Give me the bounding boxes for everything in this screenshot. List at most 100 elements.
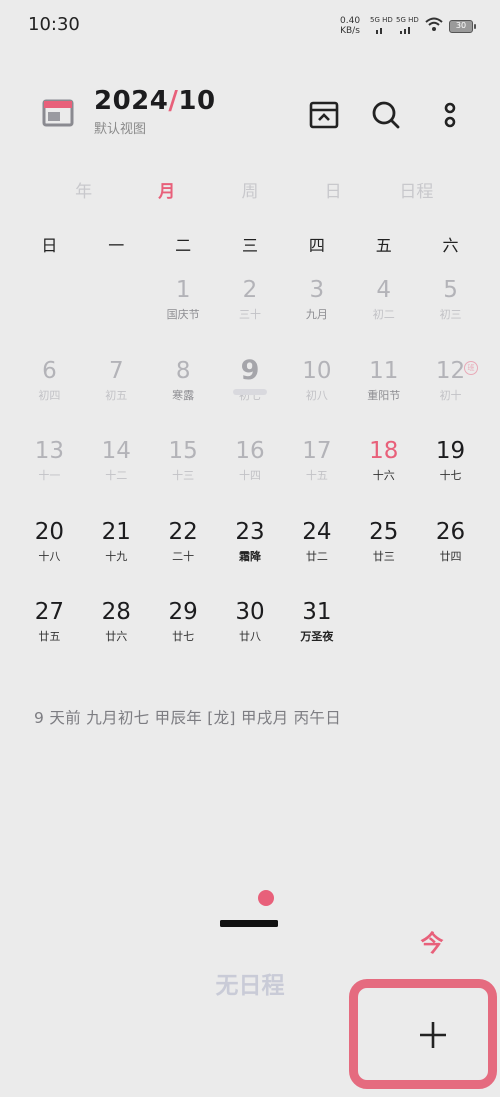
day-number: 25 (369, 518, 399, 545)
day-number: 7 (108, 357, 124, 384)
weekday-header: 日 一 二 三 四 五 六 (16, 232, 484, 256)
day-cell[interactable]: 29 廿七 (150, 592, 217, 673)
add-event-button[interactable] (413, 1015, 453, 1055)
day-number: 9 (240, 354, 260, 386)
day-number: 6 (42, 357, 57, 384)
day-number: 21 (101, 518, 131, 545)
day-cell[interactable]: 25 廿三 (350, 512, 417, 593)
network-speed: 0.40 KB/s (340, 16, 360, 36)
day-lunar-label: 廿八 (238, 630, 261, 643)
day-lunar-label: 万圣夜 (300, 630, 334, 643)
day-cell[interactable]: 5 初三 (417, 270, 484, 351)
day-lunar-label: 十三 (172, 469, 195, 482)
status-bar: 10:30 0.40 KB/s 5G HD 5G HD 30 (0, 0, 500, 50)
day-cell[interactable]: 8 寒露 (150, 351, 217, 432)
agenda-button[interactable] (307, 98, 341, 132)
tab-month[interactable]: 月 (134, 177, 200, 205)
day-cell[interactable]: 13 十一 (16, 431, 83, 512)
day-lunar-label: 十七 (439, 469, 462, 482)
day-cell[interactable]: 26 廿四 (417, 512, 484, 593)
plus-icon (420, 1022, 446, 1048)
day-lunar-label: 霜降 (238, 549, 261, 563)
day-lunar-label: 十八 (38, 549, 61, 563)
day-cell[interactable]: 16 十四 (217, 431, 284, 512)
day-lunar-label: 三十 (238, 308, 261, 321)
day-lunar-label: 廿六 (105, 630, 128, 643)
day-lunar-label: 初二 (372, 308, 395, 321)
day-number: 30 (235, 599, 265, 625)
sim2-signal-icon: 5G HD (396, 16, 419, 34)
weekday-label: 一 (108, 236, 125, 255)
search-icon (372, 101, 400, 129)
selection-indicator (232, 388, 268, 395)
day-lunar-label: 廿七 (172, 630, 195, 643)
day-cell[interactable]: 12 初十 班 (417, 351, 484, 432)
day-cell[interactable]: 7 初五 (83, 351, 150, 432)
day-number: 2 (242, 277, 258, 303)
day-lunar-label: 初八 (305, 388, 328, 402)
day-cell[interactable]: 6 初四 (16, 351, 83, 432)
title-month: 10 (178, 86, 216, 116)
day-number: 15 (168, 438, 198, 464)
tab-day[interactable]: 日 (300, 177, 366, 205)
day-number: 31 (302, 599, 332, 625)
selected-date-info: 9 天前 九月初七 甲辰年 [龙] 甲戌月 丙午日 (34, 709, 342, 727)
day-number: 19 (435, 438, 466, 464)
day-lunar-label: 二十 (172, 549, 195, 563)
weekday-label: 二 (175, 236, 192, 255)
day-cell[interactable]: 11 重阳节 (350, 351, 417, 432)
today-button[interactable]: 今 (414, 924, 450, 957)
status-time: 10:30 (28, 14, 80, 35)
more-button[interactable] (433, 98, 467, 132)
day-cell[interactable]: 2 三十 (217, 270, 284, 351)
day-cell[interactable]: 3 九月 (283, 270, 350, 351)
day-cell[interactable]: 14 十二 (83, 431, 150, 512)
day-cell[interactable]: 27 廿五 (16, 592, 83, 673)
day-cell[interactable]: 1 国庆节 (150, 270, 217, 351)
day-number: 5 (443, 277, 458, 303)
day-number: 17 (302, 438, 332, 464)
day-cell[interactable]: 15 十三 (150, 431, 217, 512)
day-number: 16 (235, 438, 265, 464)
day-lunar-label: 初四 (38, 388, 61, 402)
day-lunar-label: 九月 (305, 308, 328, 321)
day-cell[interactable]: 30 廿八 (217, 592, 284, 673)
day-cell-selected[interactable]: 9 初七 (217, 351, 284, 432)
weekday-label: 日 (41, 236, 58, 255)
network-speed-value: 0.40 (340, 16, 361, 26)
day-number: 22 (168, 518, 198, 545)
view-tabs: 年 月 周 日 日程 (0, 177, 500, 205)
day-number: 27 (34, 599, 65, 625)
day-cell[interactable]: 28 廿六 (83, 592, 150, 673)
day-cell[interactable]: 24 廿二 (283, 512, 350, 593)
day-cell[interactable]: 22 二十 (150, 512, 217, 593)
view-mode-label[interactable]: 默认视图 (94, 118, 146, 137)
day-cell[interactable]: 23 霜降 (217, 512, 284, 593)
day-number: 8 (175, 357, 191, 384)
page-title[interactable]: 2024/10 (94, 86, 216, 116)
sim1-signal-icon: 5G HD (370, 16, 393, 34)
day-lunar-label: 十四 (238, 469, 261, 482)
sim1-label: 5G HD (370, 16, 393, 24)
day-cell[interactable]: 20 十八 (16, 512, 83, 593)
day-cell[interactable]: 10 初八 (283, 351, 350, 432)
day-lunar-label: 寒露 (172, 388, 195, 402)
network-speed-unit: KB/s (340, 26, 360, 36)
search-button[interactable] (369, 98, 403, 132)
tab-schedule[interactable]: 日程 (383, 177, 449, 205)
tab-year[interactable]: 年 (51, 177, 117, 205)
day-lunar-label: 十二 (105, 469, 128, 482)
day-lunar-label: 廿三 (372, 549, 395, 563)
day-cell[interactable]: 17 十五 (283, 431, 350, 512)
weekday-label: 五 (375, 236, 392, 255)
weekday-label: 六 (442, 236, 459, 255)
day-cell[interactable]: 19 十七 (417, 431, 484, 512)
day-lunar-label: 重阳节 (367, 388, 401, 402)
day-cell-today[interactable]: 18 十六 (350, 431, 417, 512)
day-cell[interactable]: 31 万圣夜 (283, 592, 350, 673)
more-dots-icon (444, 102, 456, 128)
tab-week[interactable]: 周 (217, 177, 283, 205)
day-cell[interactable]: 21 十九 (83, 512, 150, 593)
day-number: 4 (376, 277, 392, 303)
day-cell[interactable]: 4 初二 (350, 270, 417, 351)
